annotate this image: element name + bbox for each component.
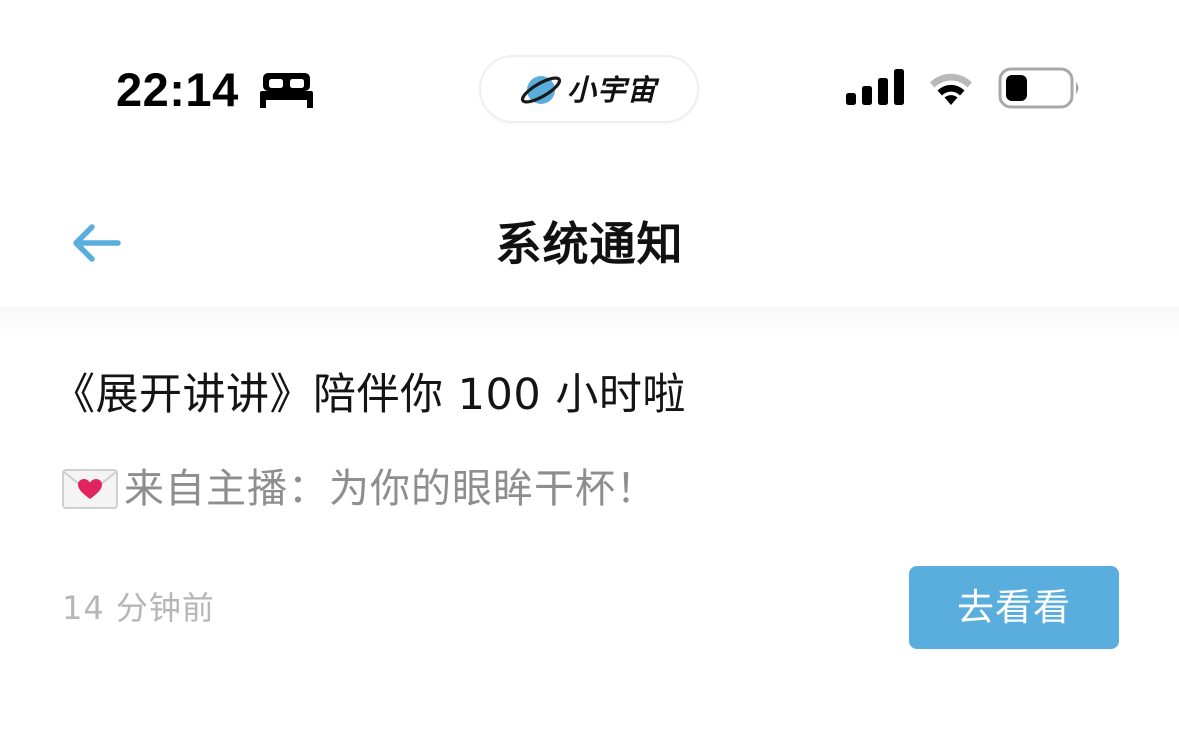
go-view-button[interactable]: 去看看 — [909, 566, 1119, 649]
app-name: 小宇宙 — [567, 73, 658, 107]
dynamic-island-app-badge[interactable]: 小宇宙 — [479, 55, 699, 123]
cellular-signal-icon — [846, 69, 904, 105]
notification-title: 《展开讲讲》陪伴你 100 小时啦 — [52, 370, 686, 420]
love-letter-icon — [62, 469, 118, 509]
bed-icon — [260, 73, 313, 108]
wifi-icon — [930, 73, 972, 105]
status-time: 22:14 — [116, 63, 239, 116]
battery-low-icon — [998, 67, 1079, 109]
page-title: 系统通知 — [495, 217, 684, 271]
notification-timestamp: 14 分钟前 — [62, 589, 215, 627]
nav-divider-shadow — [0, 306, 1179, 334]
notification-body: 来自主播：为你的眼眸干杯！ — [62, 461, 657, 517]
planet-icon — [520, 76, 562, 104]
notification-body-text: 来自主播：为你的眼眸干杯！ — [124, 466, 657, 512]
